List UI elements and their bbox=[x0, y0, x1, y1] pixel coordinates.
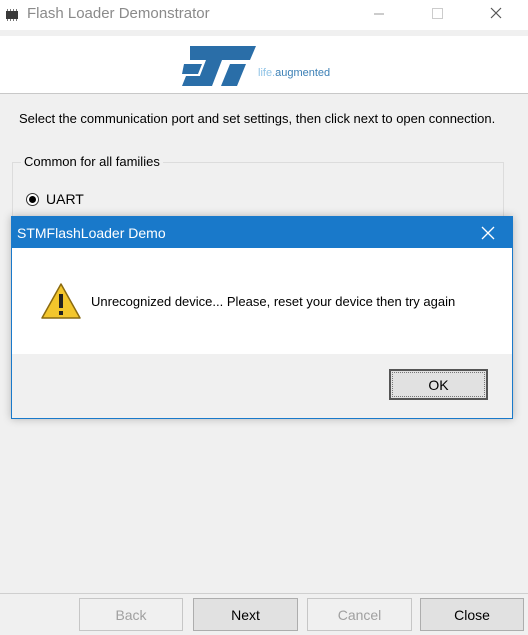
maximize-icon bbox=[432, 8, 443, 19]
close-icon bbox=[490, 7, 502, 19]
next-button[interactable]: Next bbox=[193, 598, 298, 631]
dialog-titlebar: STMFlashLoader Demo bbox=[12, 217, 512, 248]
ok-button[interactable]: OK bbox=[389, 369, 488, 400]
instruction-text: Select the communication port and set se… bbox=[19, 111, 496, 126]
error-dialog: STMFlashLoader Demo Unrecognized device.… bbox=[11, 216, 513, 419]
header-banner: life.augmented bbox=[0, 36, 528, 94]
chip-icon bbox=[4, 8, 20, 22]
dialog-message: Unrecognized device... Please, reset you… bbox=[91, 294, 456, 309]
divider bbox=[0, 593, 528, 594]
cancel-button[interactable]: Cancel bbox=[307, 598, 412, 631]
warning-icon bbox=[41, 283, 81, 319]
back-button[interactable]: Back bbox=[79, 598, 183, 631]
dialog-body: Unrecognized device... Please, reset you… bbox=[12, 248, 512, 354]
close-button[interactable]: Close bbox=[420, 598, 524, 631]
uart-radio[interactable] bbox=[26, 193, 39, 206]
minimize-button[interactable] bbox=[356, 0, 402, 30]
minimize-icon bbox=[374, 13, 384, 15]
common-families-group bbox=[12, 162, 504, 223]
window-title: Flash Loader Demonstrator bbox=[27, 5, 210, 22]
uart-radio-label[interactable]: UART bbox=[46, 191, 84, 207]
window-close-button[interactable] bbox=[472, 0, 518, 30]
group-title: Common for all families bbox=[21, 154, 163, 169]
close-icon bbox=[481, 226, 495, 240]
dialog-close-button[interactable] bbox=[478, 223, 498, 243]
maximize-button[interactable] bbox=[414, 0, 460, 30]
tagline: life.augmented bbox=[258, 67, 331, 79]
st-logo bbox=[182, 46, 256, 86]
dialog-title: STMFlashLoader Demo bbox=[17, 225, 166, 241]
window-titlebar: Flash Loader Demonstrator bbox=[0, 0, 528, 30]
